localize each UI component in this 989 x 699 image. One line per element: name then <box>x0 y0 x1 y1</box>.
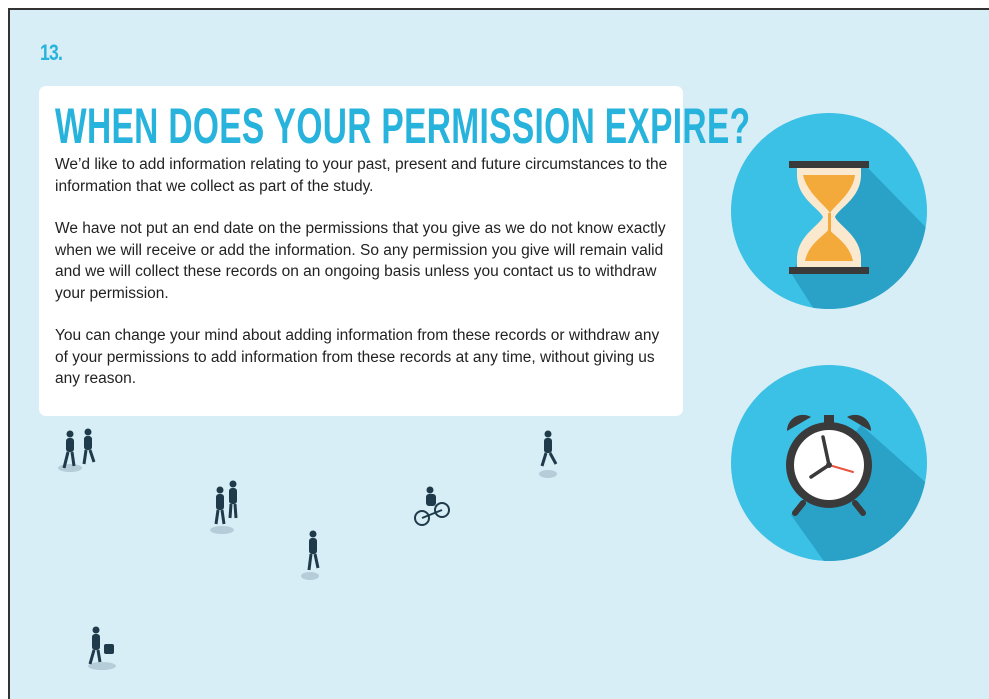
walking-people-decoration <box>58 428 558 670</box>
page: 13. WHEN DOES YOUR PERMISSION EXPIRE? We… <box>8 8 989 699</box>
